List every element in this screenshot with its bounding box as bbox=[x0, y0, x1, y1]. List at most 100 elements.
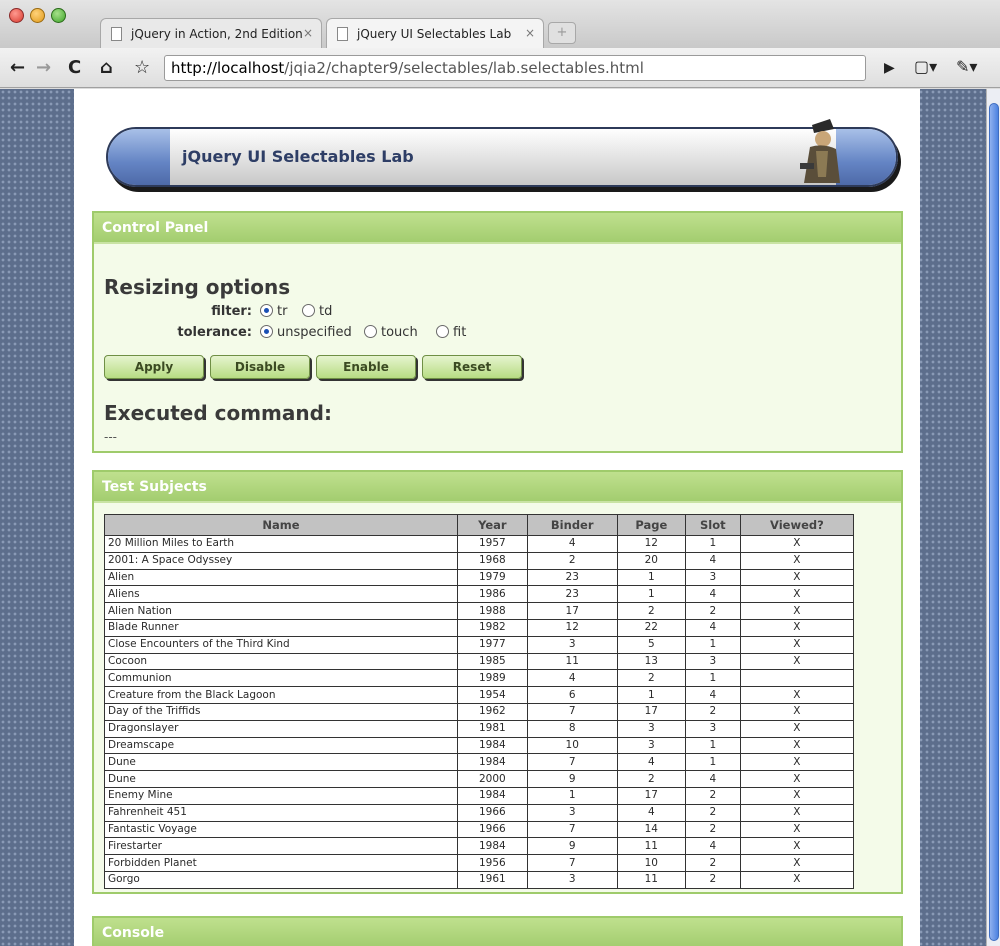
table-cell: 2 bbox=[616, 602, 686, 620]
bookmark-star-icon[interactable]: ☆ bbox=[134, 57, 150, 78]
address-bar[interactable]: http://localhost/jqia2/chapter9/selectab… bbox=[164, 55, 866, 81]
table-cell: 2000 bbox=[457, 770, 528, 788]
minimize-window-icon[interactable] bbox=[30, 8, 45, 23]
table-row[interactable]: Aliens 1986 23 1 4 X bbox=[104, 585, 855, 604]
column-header: Year bbox=[457, 514, 528, 536]
table-cell: X bbox=[739, 821, 855, 839]
table-cell: 1 bbox=[616, 585, 686, 604]
disable-button[interactable]: Disable bbox=[210, 355, 310, 379]
table-cell: 1 bbox=[684, 535, 741, 553]
radio-selected-icon[interactable] bbox=[260, 325, 273, 338]
go-button[interactable]: ▶ bbox=[884, 60, 895, 76]
tolerance-option-unspecified[interactable]: unspecified bbox=[260, 325, 352, 340]
subjects-table: Name Year Binder Page Slot Viewed? 20 Million… bbox=[104, 514, 855, 889]
apply-button[interactable]: Apply bbox=[104, 355, 204, 379]
table-cell: 2 bbox=[684, 854, 741, 872]
table-cell: 1988 bbox=[457, 602, 528, 620]
table-cell: 14 bbox=[616, 821, 686, 839]
lab-banner: jQuery UI Selectables Lab bbox=[106, 119, 898, 187]
table-row[interactable]: Communion 1989 4 2 1 bbox=[104, 669, 855, 688]
table-row[interactable]: Dragonslayer 1981 8 3 3 X bbox=[104, 720, 855, 738]
close-window-icon[interactable] bbox=[9, 8, 24, 23]
tab-selectables-lab[interactable]: jQuery UI Selectables Lab × bbox=[326, 18, 544, 48]
table-cell: 20 bbox=[616, 552, 686, 570]
table-cell: 2 bbox=[684, 821, 741, 839]
table-cell: 1968 bbox=[457, 552, 528, 570]
table-cell: 12 bbox=[616, 535, 686, 553]
tolerance-option-fit[interactable]: fit bbox=[436, 325, 466, 340]
table-cell: 1986 bbox=[457, 585, 528, 604]
radio-icon[interactable] bbox=[302, 304, 315, 317]
filter-tr-label: tr bbox=[277, 304, 288, 319]
table-row[interactable]: Firestarter 1984 9 11 4 X bbox=[104, 837, 855, 856]
table-row[interactable]: Alien 1979 23 1 3 X bbox=[104, 569, 855, 587]
table-row[interactable]: 2001: A Space Odyssey 1968 2 20 4 X bbox=[104, 552, 855, 570]
table-row[interactable]: Dune 1984 7 4 1 X bbox=[104, 753, 855, 772]
table-cell: 2 bbox=[684, 787, 741, 805]
table-cell: 1 bbox=[684, 669, 741, 688]
document-icon bbox=[337, 27, 348, 41]
vertical-scrollbar[interactable] bbox=[986, 89, 1000, 946]
new-tab-button[interactable]: + bbox=[548, 22, 576, 44]
table-cell: Alien bbox=[104, 569, 458, 587]
table-cell: 4 bbox=[684, 770, 741, 788]
tab-jquery-in-action[interactable]: jQuery in Action, 2nd Edition × bbox=[100, 18, 322, 48]
radio-icon[interactable] bbox=[364, 325, 377, 338]
test-subjects-heading: Test Subjects bbox=[94, 472, 901, 503]
filter-option-tr[interactable]: tr bbox=[260, 304, 287, 319]
radio-icon[interactable] bbox=[436, 325, 449, 338]
close-tab-icon[interactable]: × bbox=[525, 26, 535, 40]
table-cell: 4 bbox=[684, 686, 741, 704]
enable-button[interactable]: Enable bbox=[316, 355, 416, 379]
table-row[interactable]: Dune 2000 9 2 4 X bbox=[104, 770, 855, 788]
table-cell: X bbox=[739, 753, 855, 772]
page-menu-button[interactable]: ▢▾ bbox=[914, 57, 937, 76]
table-cell: 11 bbox=[616, 871, 686, 889]
column-header: Binder bbox=[526, 514, 618, 536]
tolerance-option-touch[interactable]: touch bbox=[364, 325, 418, 340]
table-row[interactable]: Fantastic Voyage 1966 7 14 2 X bbox=[104, 821, 855, 839]
table-row[interactable]: Alien Nation 1988 17 2 2 X bbox=[104, 602, 855, 620]
wrench-menu-button[interactable]: ✎▾ bbox=[956, 57, 977, 76]
table-row[interactable]: Close Encounters of the Third Kind 1977 3 5… bbox=[104, 636, 855, 654]
table-row[interactable]: 20 Million Miles to Earth 1957 4 12 1 X bbox=[104, 535, 855, 553]
home-button[interactable]: ⌂ bbox=[100, 57, 113, 78]
table-cell: 5 bbox=[616, 636, 686, 654]
reload-button[interactable]: C bbox=[68, 57, 81, 78]
table-row[interactable]: Gorgo 1961 3 11 2 X bbox=[104, 871, 855, 889]
table-row[interactable]: Blade Runner 1982 12 22 4 X bbox=[104, 619, 855, 637]
scrollbar-thumb[interactable] bbox=[989, 103, 999, 941]
table-cell: 1981 bbox=[457, 720, 528, 738]
table-row[interactable]: Forbidden Planet 1956 7 10 2 X bbox=[104, 854, 855, 872]
table-body: 20 Million Miles to Earth 1957 4 12 1 X 2001: … bbox=[104, 535, 855, 889]
filter-option-td[interactable]: td bbox=[302, 304, 332, 319]
radio-selected-icon[interactable] bbox=[260, 304, 273, 317]
table-cell: 2 bbox=[526, 552, 618, 570]
table-cell: 1957 bbox=[457, 535, 528, 553]
table-cell: Firestarter bbox=[104, 837, 458, 856]
browser-tab-strip: jQuery in Action, 2nd Edition × jQuery U… bbox=[0, 0, 1000, 48]
table-cell: 7 bbox=[526, 753, 618, 772]
back-button[interactable]: ← bbox=[10, 57, 25, 78]
table-cell: 1 bbox=[684, 737, 741, 755]
zoom-window-icon[interactable] bbox=[51, 8, 66, 23]
table-cell: Dune bbox=[104, 753, 458, 772]
mascot-figure-icon bbox=[800, 119, 840, 183]
table-cell: 8 bbox=[526, 720, 618, 738]
table-row[interactable]: Dreamscape 1984 10 3 1 X bbox=[104, 737, 855, 755]
table-cell: Enemy Mine bbox=[104, 787, 458, 805]
table-cell: 2 bbox=[684, 602, 741, 620]
table-row[interactable]: Fahrenheit 451 1966 3 4 2 X bbox=[104, 804, 855, 822]
table-cell: 1966 bbox=[457, 821, 528, 839]
table-row[interactable]: Cocoon 1985 11 13 3 X bbox=[104, 653, 855, 671]
column-header: Slot bbox=[684, 514, 741, 536]
tolerance-touch-label: touch bbox=[381, 325, 418, 340]
tolerance-fit-label: fit bbox=[453, 325, 467, 340]
reset-button[interactable]: Reset bbox=[422, 355, 522, 379]
table-row[interactable]: Enemy Mine 1984 1 17 2 X bbox=[104, 787, 855, 805]
close-tab-icon[interactable]: × bbox=[303, 26, 313, 40]
forward-button[interactable]: → bbox=[36, 57, 51, 78]
table-cell: 6 bbox=[526, 686, 618, 704]
table-row[interactable]: Day of the Triffids 1962 7 17 2 X bbox=[104, 703, 855, 721]
table-row[interactable]: Creature from the Black Lagoon 1954 6 1 4 X bbox=[104, 686, 855, 704]
